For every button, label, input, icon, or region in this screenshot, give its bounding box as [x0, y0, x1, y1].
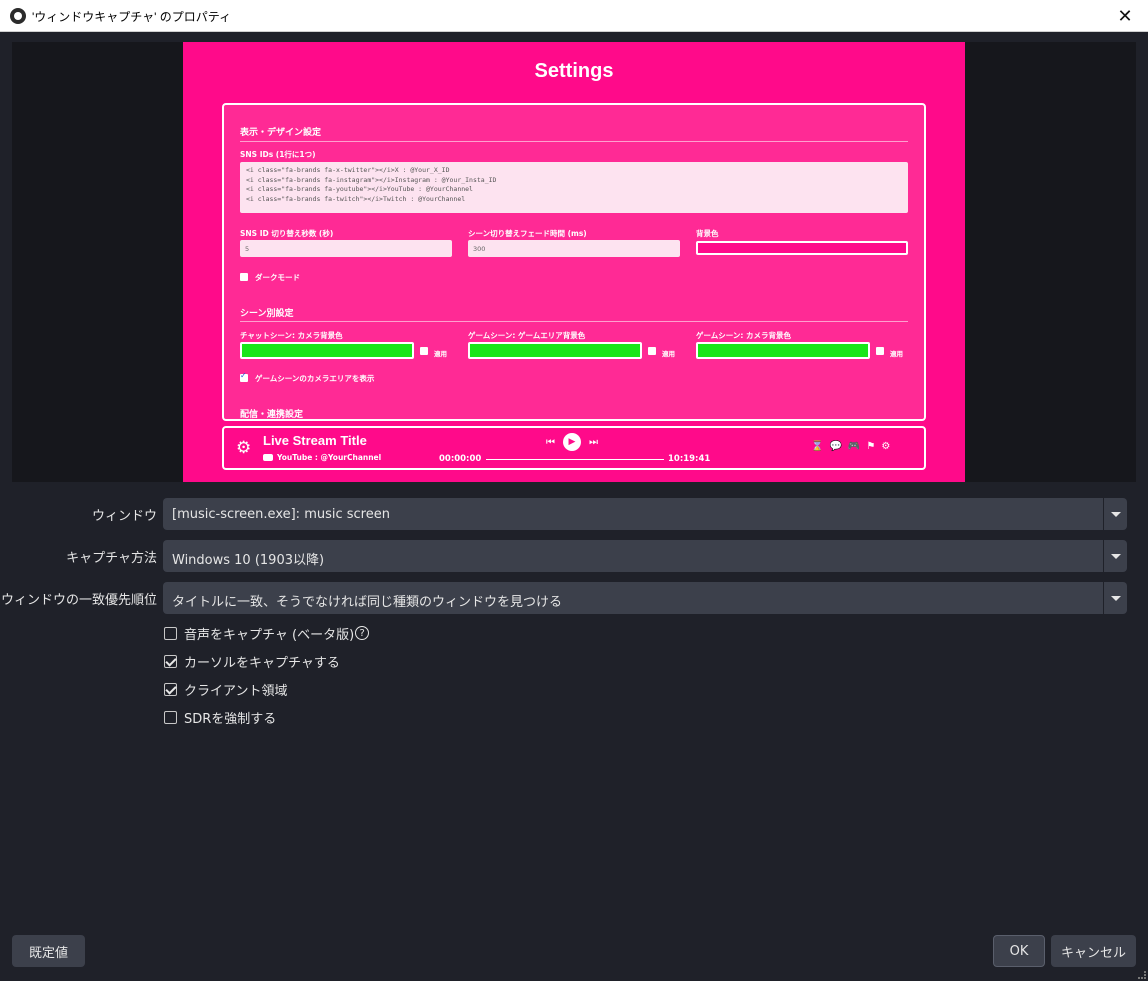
sns-id-line: <i class="fa-brands fa-twitch"></i>Twitc… — [246, 194, 466, 203]
section-stream-heading: 配信・連携設定 — [240, 410, 304, 420]
gear-icon: ⚙ — [236, 438, 252, 458]
fade-label: シーン切り替えフェード時間 (ms) — [468, 229, 587, 238]
scene-icons: ⌛ 💬 🎮 ⚑ ⚙ — [811, 441, 890, 452]
force-sdr-checkbox[interactable]: SDRを強制する — [164, 709, 277, 727]
apply-checkbox — [420, 347, 428, 355]
priority-value: タイトルに一致、そうでなければ同じ種類のウィンドウを見つける — [172, 595, 563, 610]
obs-app-icon — [10, 8, 26, 24]
cancel-button[interactable]: キャンセル — [1051, 935, 1136, 967]
capture-cursor-checkbox[interactable]: カーソルをキャプチャする — [164, 653, 340, 671]
gear-icon: ⚙ — [881, 441, 891, 452]
game-area-label: ゲームシーン: ゲームエリア背景色 — [468, 331, 586, 340]
game-area-color-swatch — [468, 342, 642, 359]
bg-color-swatch — [696, 241, 908, 255]
checkbox[interactable] — [164, 626, 177, 640]
dark-mode-checkbox — [240, 273, 248, 281]
sns-id-line: <i class="fa-brands fa-x-twitter"></i>X … — [246, 166, 450, 174]
stream-title: Live Stream Title — [263, 433, 367, 448]
capture-method-label: キャプチャ方法 — [66, 551, 157, 566]
section-scene-heading: シーン別設定 — [240, 309, 294, 319]
checkbox[interactable] — [164, 710, 177, 724]
sns-interval-label: SNS ID 切り替え秒数 (秒) — [240, 229, 334, 238]
force-sdr-label: SDRを強制する — [184, 711, 277, 727]
apply-label: 適用 — [434, 350, 447, 358]
fade-input: 300 — [468, 240, 680, 257]
checkbox[interactable] — [164, 654, 177, 668]
priority-select[interactable]: タイトルに一致、そうでなければ同じ種類のウィンドウを見つける — [163, 582, 1127, 614]
resize-grip[interactable] — [1138, 971, 1146, 979]
capture-preview: Settings 表示・デザイン設定 SNS IDs (1行に1つ) <i cl… — [12, 42, 1136, 482]
chevron-down-icon[interactable] — [1103, 498, 1127, 530]
apply-checkbox — [876, 347, 884, 355]
help-icon[interactable]: ? — [355, 626, 370, 640]
close-icon[interactable]: ✕ — [1102, 0, 1148, 32]
hourglass-icon: ⌛ — [811, 441, 824, 452]
checkbox[interactable] — [164, 682, 177, 696]
sns-ids-label: SNS IDs (1行に1つ) — [240, 150, 316, 159]
capture-method-select[interactable]: Windows 10 (1903以降) — [163, 540, 1127, 572]
captured-window-content: Settings 表示・デザイン設定 SNS IDs (1行に1つ) <i cl… — [183, 42, 965, 482]
sns-id-line: <i class="fa-brands fa-youtube"></i>YouT… — [246, 185, 473, 193]
capture-method-value: Windows 10 (1903以降) — [172, 553, 325, 568]
settings-panel: 表示・デザイン設定 SNS IDs (1行に1つ) <i class="fa-b… — [222, 103, 926, 421]
player-bar: ⚙ Live Stream Title YouTube : @YourChann… — [222, 426, 926, 470]
playback-controls: ⏮ ▶ ⏭ — [546, 433, 598, 451]
client-area-label: クライアント領域 — [184, 683, 288, 699]
youtube-icon — [263, 454, 273, 461]
game-cam-label: ゲームシーン: カメラ背景色 — [696, 331, 792, 340]
section-display-heading: 表示・デザイン設定 — [240, 128, 322, 138]
title-bar: 'ウィンドウキャプチャ' のプロパティ ✕ — [0, 0, 1148, 32]
settings-heading: Settings — [534, 60, 614, 82]
divider — [240, 141, 908, 142]
bg-color-label: 背景色 — [696, 229, 719, 238]
sns-interval-input: 5 — [240, 240, 452, 257]
chevron-down-icon[interactable] — [1103, 582, 1127, 614]
window-select-value: [music-screen.exe]: music screen — [172, 507, 390, 522]
next-icon: ⏭ — [589, 436, 598, 448]
show-cam-checkbox — [240, 371, 248, 382]
dark-mode-label: ダークモード — [255, 273, 300, 282]
window-label: ウィンドウ — [91, 509, 157, 524]
apply-label: 適用 — [662, 350, 675, 358]
ok-button[interactable]: OK — [993, 935, 1045, 967]
flag-icon: ⚑ — [866, 441, 876, 452]
capture-audio-checkbox[interactable]: 音声をキャプチャ (ベータ版) ? — [164, 625, 370, 643]
time-total: 10:19:41 — [668, 454, 711, 464]
sns-id-line: <i class="fa-brands fa-instagram"></i>In… — [246, 175, 497, 184]
gamepad-icon: 🎮 — [847, 441, 861, 452]
window-select[interactable]: [music-screen.exe]: music screen — [163, 498, 1127, 530]
chat-cam-color-swatch — [240, 342, 414, 359]
capture-audio-label: 音声をキャプチャ (ベータ版) — [184, 627, 355, 643]
show-cam-label: ゲームシーンのカメラエリアを表示 — [255, 374, 375, 383]
progress-bar — [486, 459, 664, 460]
apply-checkbox — [648, 347, 656, 355]
client-area-checkbox[interactable]: クライアント領域 — [164, 681, 288, 699]
priority-label: ウィンドウの一致優先順位 — [0, 593, 157, 608]
channel-name: YouTube : @YourChannel — [277, 453, 382, 462]
chat-icon: 💬 — [829, 441, 842, 452]
defaults-button[interactable]: 既定値 — [12, 935, 85, 967]
sns-ids-textarea: <i class="fa-brands fa-x-twitter"></i>X … — [240, 162, 908, 213]
time-current: 00:00:00 — [439, 454, 482, 464]
apply-label: 適用 — [890, 350, 903, 358]
divider — [240, 321, 908, 322]
play-icon: ▶ — [563, 433, 581, 451]
window-title: 'ウィンドウキャプチャ' のプロパティ — [32, 10, 232, 24]
previous-icon: ⏮ — [546, 436, 555, 448]
chat-cam-label: チャットシーン: カメラ背景色 — [240, 331, 343, 340]
game-cam-color-swatch — [696, 342, 870, 359]
chevron-down-icon[interactable] — [1103, 540, 1127, 572]
capture-cursor-label: カーソルをキャプチャする — [184, 655, 340, 671]
